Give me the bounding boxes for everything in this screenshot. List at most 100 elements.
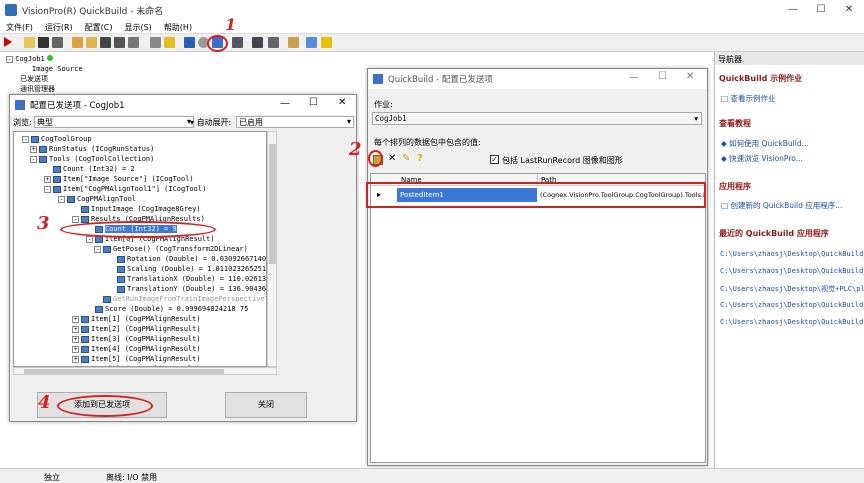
calc-icon[interactable] [268, 37, 279, 48]
config-dialog-minimize[interactable]: — [280, 98, 290, 109]
tree-translation-x[interactable]: TranslationX (Double) = 110.0261327 [108, 274, 266, 284]
expand-toggle-icon[interactable]: - [94, 245, 101, 253]
annotation-circle-4 [57, 395, 153, 417]
tree-getrunimage[interactable]: GetRunImageFromTrainImagePerspectiveTr [94, 294, 266, 304]
close-dialog-button[interactable]: 关闭 [225, 392, 307, 418]
tree-tools-count[interactable]: Count (Int32) = 2 [44, 164, 135, 174]
qb-dialog-close[interactable]: ✕ [686, 71, 694, 82]
property-icon [117, 265, 125, 273]
help-icon-small[interactable]: ? [417, 153, 423, 164]
edit-icon[interactable]: ✎ [402, 153, 410, 164]
open-job-icon[interactable] [86, 37, 97, 48]
tree-tools[interactable]: - Tools (CogToolCollection) [30, 154, 154, 164]
menu-file[interactable]: 文件(F) [0, 20, 39, 35]
open-icon[interactable] [24, 37, 35, 48]
delete-icon[interactable]: ✕ [388, 153, 396, 164]
tree-runstatus[interactable]: + RunStatus (ICogRunStatus) [30, 144, 154, 154]
tree-row-label: TranslationY (Double) = 136.9043678 [127, 285, 267, 293]
tree-score[interactable]: Score (Double) = 0.999694824218 75 [86, 304, 248, 314]
chart-icon[interactable] [288, 37, 299, 48]
nav-recent-1[interactable]: C:\Users\zhaosj\Desktop\QuickBuild_pi [720, 250, 864, 258]
tree-item-5[interactable]: + Item[5] (CogPMAlignResult) [72, 354, 201, 364]
browse-select[interactable]: 典型 ▾ [34, 116, 194, 128]
close-button[interactable]: ✕ [836, 2, 862, 18]
job-tree-item-comm[interactable]: 通讯管理器 [6, 84, 83, 94]
job-properties-icon[interactable] [128, 37, 139, 48]
nav-recent-3[interactable]: C:\Users\zhaosj\Desktop\视觉+PLC\plc+ [720, 284, 864, 294]
list-icon[interactable] [252, 37, 263, 48]
menu-view[interactable]: 显示(S) [118, 20, 157, 35]
comm-icon[interactable] [184, 37, 195, 48]
save-job-as-icon[interactable] [114, 37, 125, 48]
property-icon [117, 275, 125, 283]
nav-recent-5[interactable]: C:\Users\zhaosj\Desktop\QuickBuildl.vp [720, 318, 864, 326]
menu-run[interactable]: 运行(R) [39, 20, 79, 35]
tree-item-pmalign[interactable]: - Item["CogPMAlignTool1"] (ICogTool) [44, 184, 206, 194]
tree-item-1[interactable]: + Item[1] (CogPMAlignResult) [72, 314, 201, 324]
property-icon [81, 205, 89, 213]
expand-toggle-icon[interactable]: + [72, 335, 79, 343]
expand-toggle-icon[interactable]: - [22, 135, 29, 143]
save-job-icon[interactable] [100, 37, 111, 48]
help-icon[interactable] [321, 37, 332, 48]
job-tree-item-job[interactable]: - CogJob1 [6, 54, 83, 64]
menu-config[interactable]: 配置(C) [79, 20, 119, 35]
nav-link-how-to[interactable]: ◆ 如何使用 QuickBuild... [721, 138, 809, 149]
property-icon [39, 155, 47, 163]
auto-expand-select[interactable]: 已启用 ▾ [236, 116, 354, 128]
minimize-button[interactable]: — [780, 2, 806, 18]
tree-pmalign-tool[interactable]: - CogPMAlignTool [58, 194, 136, 204]
expand-toggle-icon[interactable]: - [58, 195, 65, 203]
tree-scaling[interactable]: Scaling (Double) = 1.01102326525131 [108, 264, 266, 274]
expand-toggle-icon[interactable]: - [30, 155, 37, 163]
tree-item-image-source[interactable]: + Item["Image Source"] (ICogTool) [44, 174, 194, 184]
job-select[interactable]: CogJob1 ▾ [372, 112, 702, 125]
nav-link-tour[interactable]: ◆ 快速浏览 VisionPro... [721, 153, 803, 164]
tree-item-4[interactable]: + Item[4] (CogPMAlignResult) [72, 344, 201, 354]
import-icon[interactable] [150, 37, 161, 48]
nav-link-new-app[interactable]: □ 创建新的 QuickBuild 应用程序... [721, 200, 842, 211]
maximize-button[interactable]: ☐ [808, 2, 834, 18]
document-icon[interactable] [306, 37, 317, 48]
expand-toggle-icon[interactable]: + [72, 355, 79, 363]
tree-input-image[interactable]: InputImage (CogImage8Grey) [72, 204, 201, 214]
tree-item-2[interactable]: + Item[2] (CogPMAlignResult) [72, 324, 201, 334]
job-tree: - CogJob1 Image Source 已发送项 通讯管理器 [6, 54, 83, 94]
grid-icon[interactable] [232, 37, 243, 48]
tree-hscrollbar[interactable] [13, 367, 277, 375]
expand-toggle-icon[interactable]: + [44, 175, 51, 183]
job-tree-item-image-source[interactable]: Image Source [6, 64, 83, 74]
include-lastrun-label: 包括 LastRunRecord 图像和图形 [502, 156, 623, 165]
expand-toggle-icon[interactable]: + [72, 315, 79, 323]
nav-recent-2[interactable]: C:\Users\zhaosj\Desktop\QuickBuild_me [720, 267, 864, 275]
nav-link-view-examples[interactable]: □ 查看示例作业 [721, 93, 775, 104]
qb-dialog-maximize[interactable]: ☐ [658, 71, 667, 82]
job-tree-item-posted[interactable]: 已发送项 [6, 74, 83, 84]
nav-recent-4[interactable]: C:\Users\zhaosj\Desktop\QuickBuild_pi [720, 301, 864, 309]
include-lastrun-checkbox[interactable]: ✓ [490, 155, 499, 164]
save-all-icon[interactable] [52, 37, 63, 48]
save-icon[interactable] [38, 37, 49, 48]
menu-help[interactable]: 帮助(H) [158, 20, 198, 35]
config-tree: - CogToolGroup + RunStatus (ICogRunStatus) -… [13, 131, 267, 367]
tree-translation-y[interactable]: TranslationY (Double) = 136.9043678 [108, 284, 267, 294]
tree-root[interactable]: - CogToolGroup [22, 134, 92, 144]
expand-toggle-icon[interactable]: + [72, 325, 79, 333]
tree-rotation[interactable]: Rotation (Double) = 0.0309266714021 [108, 254, 266, 264]
property-icon [81, 325, 89, 333]
tree-item-3[interactable]: + Item[3] (CogPMAlignResult) [72, 334, 201, 344]
expand-toggle-icon[interactable]: - [72, 215, 79, 223]
expand-toggle-icon[interactable]: + [72, 345, 79, 353]
config-posted-dialog: 配置已发送项 - CogJob1 — ☐ ✕ 浏览: 典型 ▾ ▾ 自动展开: 已… [9, 94, 357, 422]
expand-toggle-icon[interactable]: - [86, 235, 93, 243]
tree-getpose[interactable]: - GetPose() (CogTransform2DLinear) [94, 244, 248, 254]
new-job-icon[interactable] [72, 37, 83, 48]
expand-toggle-icon[interactable]: - [44, 185, 51, 193]
run-icon[interactable] [4, 37, 12, 47]
qb-dialog-minimize[interactable]: — [629, 72, 639, 83]
expand-toggle-icon[interactable]: + [30, 145, 37, 153]
config-dialog-maximize[interactable]: ☐ [309, 97, 318, 108]
tree-vscrollbar[interactable] [267, 131, 277, 367]
image-icon[interactable] [164, 37, 175, 48]
config-dialog-close[interactable]: ✕ [338, 97, 346, 108]
